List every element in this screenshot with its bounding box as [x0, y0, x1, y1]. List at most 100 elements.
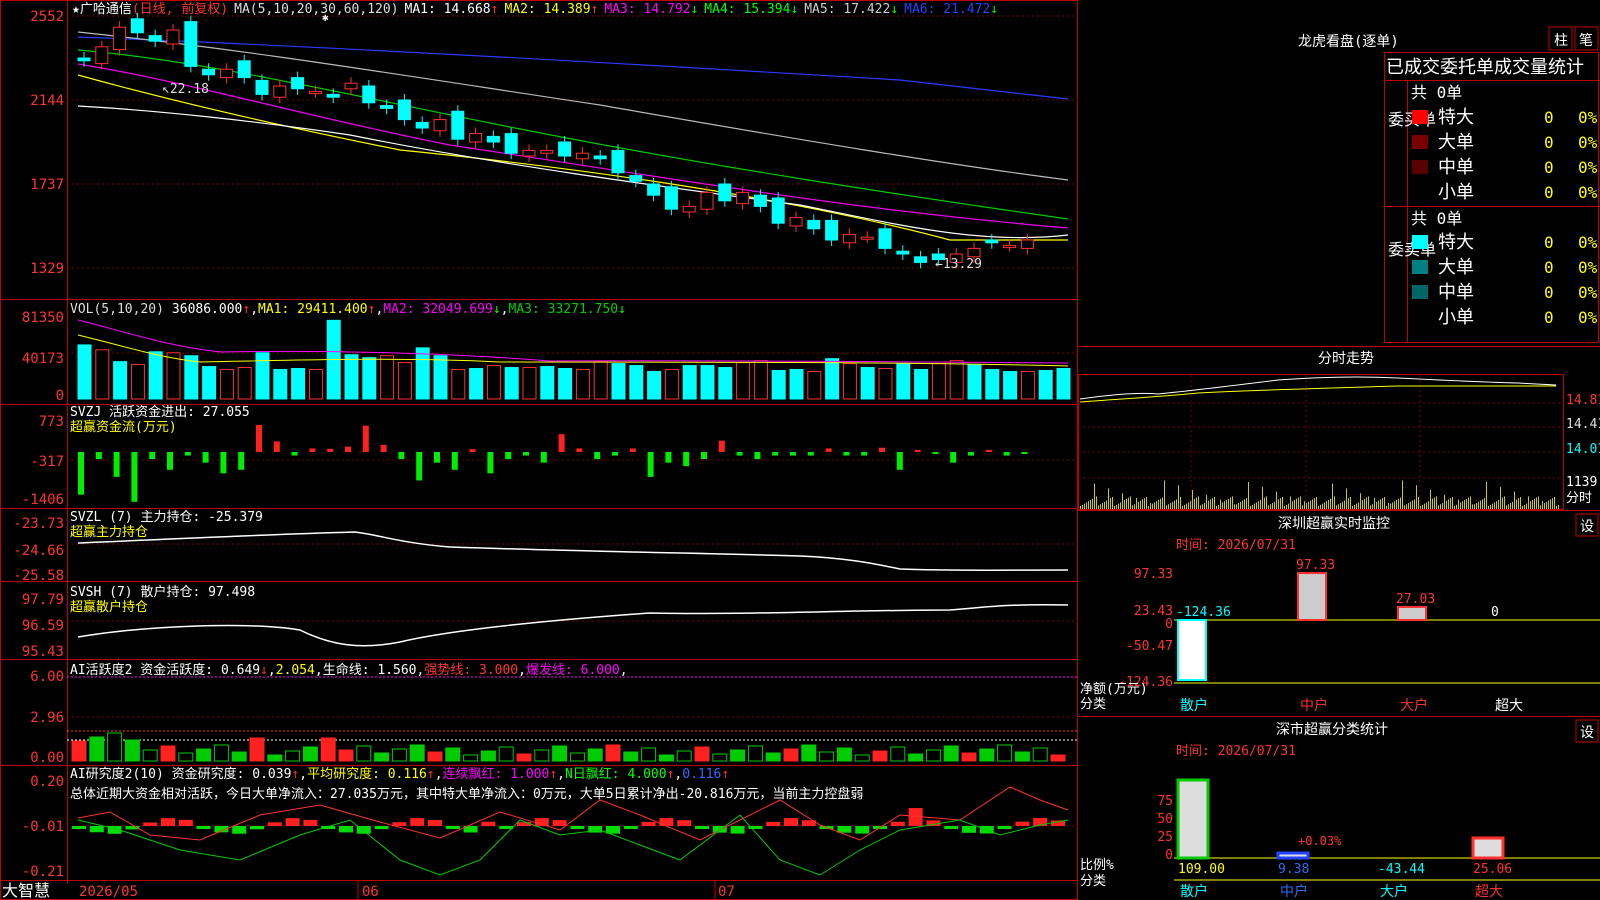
- ai1-bar: [747, 745, 763, 762]
- fs-volume-bar: [1270, 504, 1271, 509]
- fs-volume-bar: [1252, 504, 1253, 509]
- vol-ytick: 0: [56, 388, 64, 404]
- cls-title: 深市超赢分类统计: [1276, 721, 1388, 738]
- volume-bar: [219, 368, 234, 400]
- candle: [344, 82, 358, 90]
- zhu-button[interactable]: 柱: [1554, 33, 1568, 49]
- candle: [451, 110, 465, 140]
- candle: [1020, 239, 1034, 249]
- row-name: 特大: [1438, 232, 1474, 253]
- mon-settings-button[interactable]: 设: [1580, 519, 1594, 535]
- ma3-line: [77, 63, 1069, 229]
- svzj-bar: [968, 452, 974, 456]
- volume-bar: [789, 368, 804, 400]
- svzj-bar: [451, 452, 458, 470]
- fs-volume-bar: [1346, 488, 1347, 509]
- ai1-bar: [124, 739, 140, 762]
- ai1-bar: [819, 751, 835, 762]
- fs-volume-bar: [1434, 497, 1435, 509]
- cls-category: 中户: [1280, 883, 1308, 900]
- volume-bar: [255, 352, 270, 400]
- ma1-line: [77, 105, 1069, 239]
- ai1-bar: [979, 748, 995, 762]
- fs-volume-bar: [1180, 497, 1181, 509]
- row-pct: 0%: [1578, 233, 1598, 252]
- svzj-bar: [594, 452, 601, 460]
- volume-bar: [700, 365, 715, 400]
- candle: [237, 60, 251, 79]
- fs-volume-bar: [1138, 501, 1139, 509]
- fs-volume-bar: [1294, 500, 1295, 509]
- svzj-bar: [576, 448, 583, 452]
- fs-volume-bar: [1392, 502, 1393, 509]
- cls-bar-note: +0.03%: [1298, 834, 1342, 848]
- bi-button[interactable]: 笔: [1579, 33, 1593, 49]
- candle: [273, 85, 287, 98]
- volume-bar: [184, 355, 199, 400]
- svzj-bar: [113, 452, 120, 477]
- ai1-bar: [890, 746, 906, 762]
- svzl-line: [77, 531, 1069, 571]
- fs-volume-bar: [1498, 500, 1499, 509]
- fs-volume-bar: [1444, 494, 1445, 509]
- volume-bar: [540, 366, 555, 400]
- svzj-bar: [220, 452, 227, 474]
- svzj-bar: [362, 425, 369, 452]
- fs-volume-bar: [1448, 499, 1449, 509]
- lhkp-title: 龙虎看盘(逐单): [1298, 33, 1399, 50]
- row-color-swatch: [1412, 185, 1428, 199]
- fs-volume-bar: [1398, 498, 1399, 509]
- fs-volume-bar: [1190, 501, 1191, 509]
- ai2-bar: [837, 826, 852, 833]
- fs-volume-bar: [1522, 506, 1523, 509]
- fs-volume-bar: [1276, 491, 1277, 509]
- mon-time: 时间: 2026/07/31: [1176, 538, 1296, 553]
- ai1-bar: [783, 748, 799, 762]
- right-panel: 龙虎看盘(逐单) 柱 笔 已成交委托单成交量统计 共 0单 委买单 特大00%大…: [1078, 26, 1600, 900]
- fs-volume-bar: [1424, 503, 1425, 509]
- fs-volume-bar: [1344, 500, 1345, 509]
- cls-settings-button[interactable]: 设: [1580, 725, 1594, 741]
- svzj-bar: [1021, 452, 1028, 454]
- ai1-bar: [712, 753, 728, 762]
- cls-ytick: 50: [1157, 812, 1173, 827]
- candle: [95, 46, 109, 65]
- fs-volume-bar: [1454, 506, 1455, 509]
- fs-volume-bar: [1278, 499, 1279, 509]
- fs-volume-bar: [1308, 501, 1309, 509]
- ai1-bar: [231, 751, 247, 762]
- row-count: 0: [1544, 308, 1554, 327]
- fs-volume-bar: [1158, 500, 1159, 509]
- svzj-bar: [523, 452, 529, 456]
- fs-volume-bar: [1198, 496, 1199, 509]
- main-chart-area[interactable]: 2552 2144 1737 1329 81350 40173 0 773 -3…: [0, 0, 1078, 900]
- fs-volume-bar: [1502, 497, 1503, 509]
- fs-volume-bar: [1466, 498, 1467, 509]
- candle: [718, 183, 732, 202]
- volume-bar: [771, 369, 786, 400]
- svzj-ytick: -1406: [22, 492, 64, 508]
- ai2-bar: [72, 826, 86, 829]
- ai1-bar: [1050, 754, 1066, 762]
- volume-bar: [914, 368, 929, 400]
- cls-ylabel: 比例%: [1080, 858, 1114, 873]
- fs-volume-bar: [1186, 503, 1187, 509]
- row-color-swatch: [1412, 110, 1428, 124]
- fs-volume-bar: [1414, 499, 1415, 509]
- ai1-bar: [178, 752, 194, 762]
- fs-volume-bar: [1306, 503, 1307, 509]
- candle: [700, 191, 714, 210]
- cls-value: -43.44: [1378, 862, 1425, 877]
- candle: [291, 77, 305, 90]
- svzj-bar: [238, 452, 245, 470]
- fs-volume-bar: [1428, 501, 1429, 509]
- volume-bar: [380, 355, 395, 400]
- ai1-bar: [249, 737, 265, 762]
- volume-bar: [504, 367, 519, 400]
- cls-xlabel: 分类: [1080, 874, 1106, 889]
- fs-volume-bar: [1356, 503, 1357, 509]
- svzj-bar: [718, 440, 725, 452]
- fs-volume-bar: [1204, 503, 1205, 509]
- fs-volume-bar: [1328, 500, 1329, 509]
- fs-volume-bar: [1410, 501, 1411, 509]
